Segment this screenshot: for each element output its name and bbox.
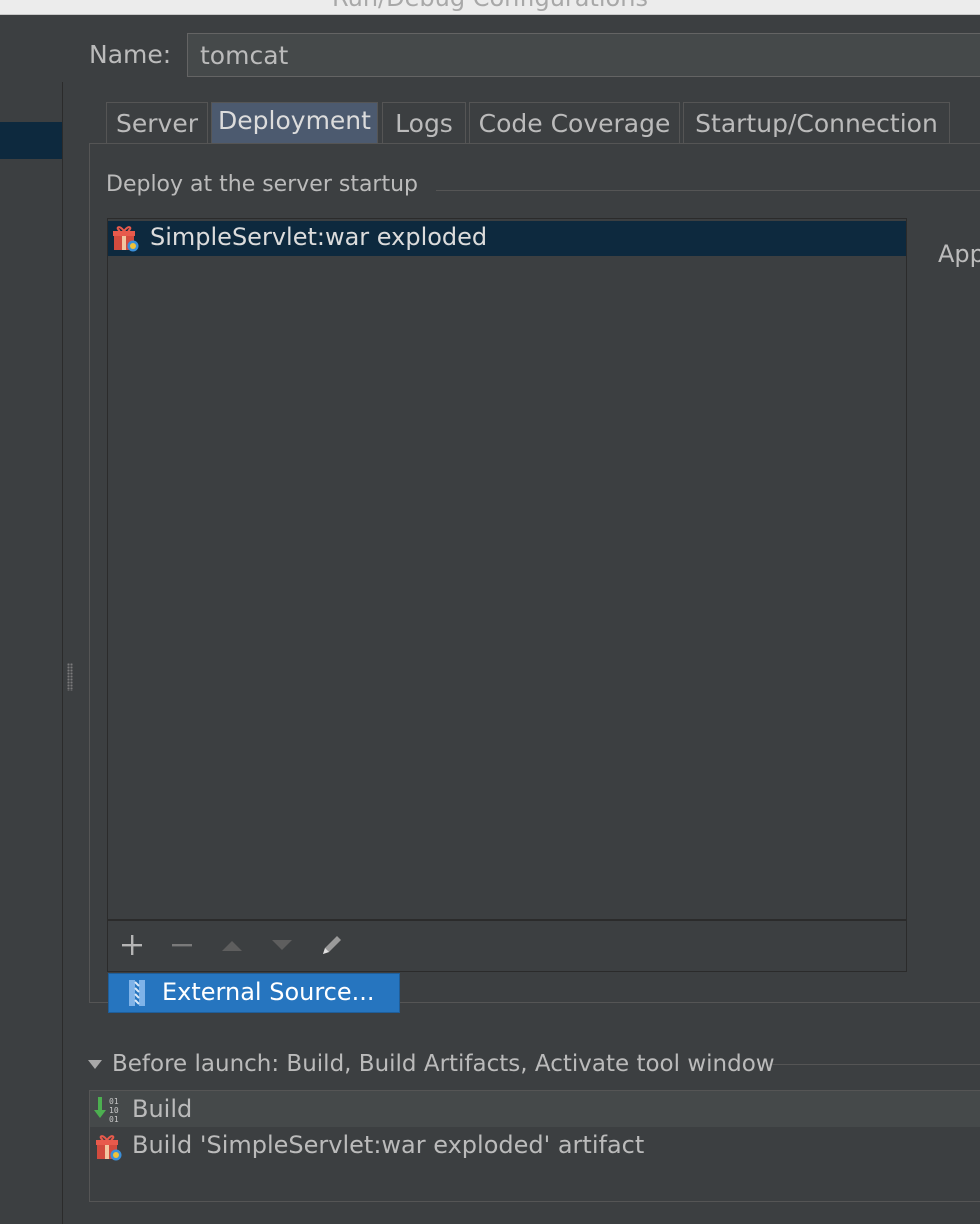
artifact-icon	[113, 226, 139, 252]
artifact-icon	[96, 1135, 122, 1161]
add-icon[interactable]	[119, 932, 145, 958]
tab-startup-connection[interactable]: Startup/Connection	[683, 102, 950, 144]
tab-code-coverage[interactable]: Code Coverage	[469, 102, 680, 144]
external-source-icon	[129, 980, 145, 1006]
deployment-list[interactable]	[107, 218, 907, 920]
name-label: Name:	[89, 40, 172, 69]
before-launch-item-label: Build 'SimpleServlet:war exploded' artif…	[132, 1131, 645, 1159]
collapse-arrow-icon[interactable]	[88, 1060, 102, 1069]
build-icon: 01 10 01	[94, 1097, 119, 1124]
external-source-menu-item[interactable]: External Source...	[162, 978, 375, 1006]
section-divider	[436, 190, 980, 191]
section-divider	[772, 1064, 980, 1065]
tab-logs[interactable]: Logs	[382, 102, 466, 144]
splitter-handle[interactable]	[67, 663, 73, 691]
configurations-tree-selected-item[interactable]	[0, 122, 62, 159]
remove-icon[interactable]	[169, 932, 195, 958]
svg-text:01: 01	[109, 1097, 119, 1106]
svg-text:01: 01	[109, 1115, 119, 1124]
before-launch-item-label: Build	[132, 1095, 193, 1123]
window-title-bar: Run/Debug Configurations	[0, 0, 980, 15]
tab-server[interactable]: Server	[106, 102, 208, 144]
deployment-item-label: SimpleServlet:war exploded	[150, 223, 488, 251]
window-title: Run/Debug Configurations	[0, 0, 980, 12]
application-context-label: App	[938, 240, 980, 268]
tab-deployment[interactable]: Deployment	[211, 102, 378, 144]
before-launch-row-build[interactable]	[90, 1091, 980, 1127]
configurations-tree-panel[interactable]	[0, 82, 63, 1224]
deploy-section-title: Deploy at the server startup	[106, 172, 419, 197]
before-launch-title[interactable]: Before launch: Build, Build Artifacts, A…	[112, 1051, 775, 1077]
move-up-icon[interactable]	[219, 932, 245, 958]
name-input[interactable]	[187, 33, 980, 77]
svg-text:10: 10	[109, 1106, 119, 1115]
edit-icon[interactable]	[319, 932, 345, 958]
move-down-icon[interactable]	[269, 932, 295, 958]
